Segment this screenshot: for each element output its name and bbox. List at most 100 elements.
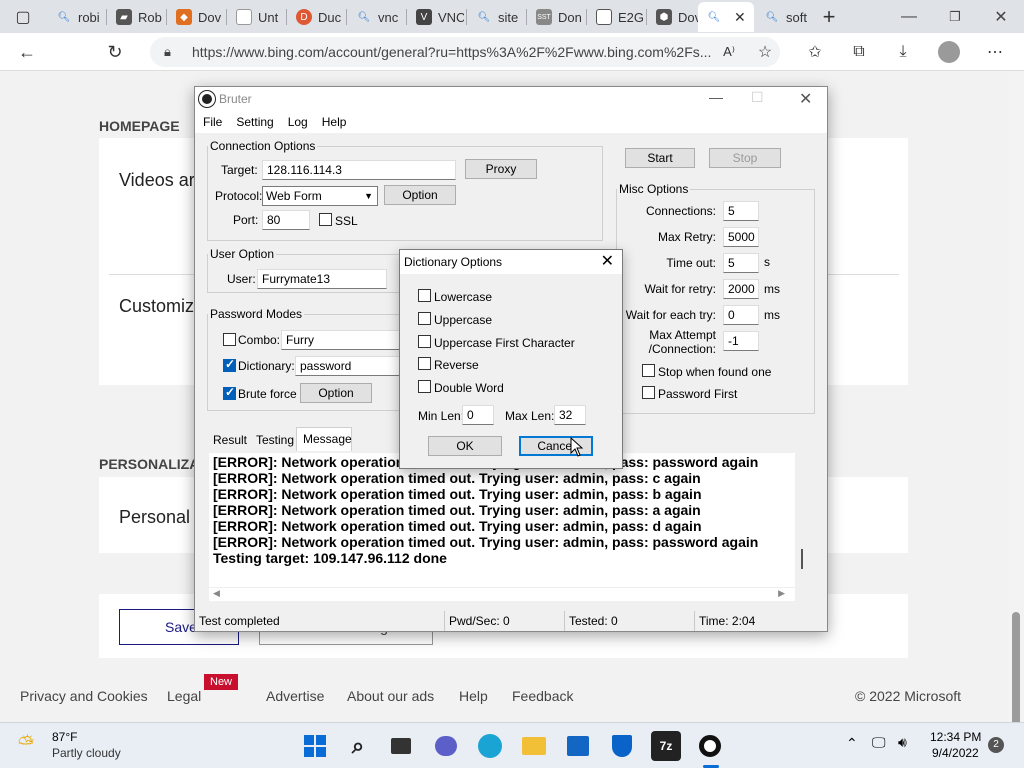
scroll-left-icon[interactable]: ◀: [213, 588, 220, 599]
menu-help[interactable]: Help: [322, 115, 347, 129]
bruter-taskbar-icon[interactable]: [695, 731, 725, 761]
weather-text[interactable]: Partly cloudy: [52, 746, 121, 760]
browser-tab[interactable]: 🔍︎ soft: [756, 2, 812, 32]
advertise-link[interactable]: Advertise: [266, 688, 324, 704]
start-button[interactable]: Start: [625, 148, 695, 168]
network-icon[interactable]: 🖵︎: [872, 734, 886, 751]
refresh-icon[interactable]: ↻: [100, 37, 130, 67]
combo-checkbox[interactable]: [223, 333, 236, 346]
protocol-option-button[interactable]: Option: [384, 185, 456, 205]
menu-file[interactable]: File: [203, 115, 222, 129]
bruter-maximize-icon[interactable]: ☐: [751, 89, 764, 106]
lowercase-checkbox[interactable]: [418, 289, 431, 302]
password-first-checkbox[interactable]: [642, 386, 655, 399]
tab-message[interactable]: Message: [296, 427, 352, 451]
volume-icon[interactable]: 🔊︎: [898, 734, 907, 751]
tab-result[interactable]: Result: [213, 433, 247, 447]
about-ads-link[interactable]: About our ads: [347, 688, 434, 704]
bruter-close-icon[interactable]: ✕: [799, 89, 812, 109]
privacy-link[interactable]: Privacy and Cookies: [20, 688, 148, 704]
notification-badge[interactable]: 2: [988, 737, 1004, 753]
close-icon[interactable]: ✕: [978, 0, 1024, 33]
task-view-icon[interactable]: [386, 731, 416, 761]
browser-tab[interactable]: E2G: [588, 2, 644, 32]
combo-input[interactable]: Furry: [281, 330, 401, 350]
clock-time[interactable]: 12:34 PM: [930, 730, 981, 744]
store-icon[interactable]: [563, 731, 593, 761]
temperature[interactable]: 87°F: [52, 730, 77, 744]
menu-log[interactable]: Log: [288, 115, 308, 129]
add-favorite-icon[interactable]: ☆: [752, 39, 778, 65]
port-input[interactable]: 80: [262, 210, 310, 230]
dictionary-checkbox[interactable]: [223, 357, 236, 372]
collections-icon[interactable]: ⧉: [846, 39, 872, 65]
menu-setting[interactable]: Setting: [236, 115, 273, 129]
browser-tab[interactable]: 🔍︎ robi: [48, 2, 104, 32]
browser-tab[interactable]: SST Don: [528, 2, 584, 32]
defender-icon[interactable]: [607, 731, 637, 761]
favorites-icon[interactable]: ✩: [802, 39, 828, 65]
brute-force-checkbox[interactable]: [223, 385, 236, 400]
clock-date[interactable]: 9/4/2022: [932, 746, 979, 760]
read-aloud-icon[interactable]: A⁾: [716, 39, 742, 65]
wait-retry-input[interactable]: 2000: [723, 279, 759, 299]
weather-icon[interactable]: ⛅︎: [18, 733, 34, 756]
browser-tab[interactable]: ⬢ Dov: [648, 2, 698, 32]
teams-chat-icon[interactable]: [431, 731, 461, 761]
max-retry-input[interactable]: 5000: [723, 227, 759, 247]
edge-icon[interactable]: [475, 731, 505, 761]
url-field[interactable]: 🔒︎ https://www.bing.com/account/general?…: [150, 37, 780, 67]
settings-more-icon[interactable]: ⋯: [982, 39, 1008, 65]
connections-input[interactable]: 5: [723, 201, 759, 221]
scroll-right-icon[interactable]: ▶: [778, 588, 785, 599]
timeout-input[interactable]: 5: [723, 253, 759, 273]
browser-tab[interactable]: 🔍︎ vnc: [348, 2, 404, 32]
bruter-minimize-icon[interactable]: —: [709, 89, 723, 105]
target-input[interactable]: 128.116.114.3: [262, 160, 456, 180]
browser-tab[interactable]: D Duc: [288, 2, 344, 32]
uppercase-checkbox[interactable]: [418, 312, 431, 325]
stop-button[interactable]: Stop: [709, 148, 781, 168]
proxy-button[interactable]: Proxy: [465, 159, 537, 179]
profile-avatar[interactable]: [936, 39, 962, 65]
brute-force-option-button[interactable]: Option: [300, 383, 372, 403]
new-tab-button[interactable]: +: [814, 2, 844, 32]
browser-tab[interactable]: 🔍︎ site: [468, 2, 524, 32]
max-attempt-input[interactable]: -1: [723, 331, 759, 351]
dictionary-input[interactable]: password: [295, 356, 401, 376]
dialog-close-icon[interactable]: ✕: [601, 250, 614, 274]
double-word-checkbox[interactable]: [418, 380, 431, 393]
restore-icon[interactable]: ❐: [932, 0, 978, 33]
uppercase-first-checkbox[interactable]: [418, 335, 431, 348]
log-hscrollbar[interactable]: ◀ ▶: [209, 587, 795, 601]
back-icon[interactable]: ←: [12, 37, 42, 67]
user-input[interactable]: Furrymate13: [257, 269, 387, 289]
chevron-up-icon[interactable]: ⌃: [846, 735, 858, 752]
reverse-checkbox[interactable]: [418, 357, 431, 370]
tab-testing[interactable]: Testing: [256, 433, 294, 447]
ok-button[interactable]: OK: [428, 436, 502, 456]
help-link[interactable]: Help: [459, 688, 488, 704]
browser-tab[interactable]: Unt: [228, 2, 284, 32]
ssl-checkbox[interactable]: [319, 213, 332, 226]
wait-each-input[interactable]: 0: [723, 305, 759, 325]
browser-tab-active[interactable]: 🔍︎ ✕: [698, 2, 754, 32]
downloads-icon[interactable]: ⤓: [890, 39, 916, 65]
log-vscroll-thumb[interactable]: [801, 549, 803, 569]
browser-tab[interactable]: V VNC: [408, 2, 464, 32]
max-len-input[interactable]: 32: [554, 405, 586, 425]
search-icon[interactable]: ⌕: [343, 731, 373, 761]
feedback-link[interactable]: Feedback: [512, 688, 573, 704]
minimize-icon[interactable]: —: [886, 0, 932, 33]
browser-tab[interactable]: ◆ Dov: [168, 2, 224, 32]
start-icon[interactable]: [300, 731, 330, 761]
protocol-dropdown[interactable]: Web Form ▼: [262, 186, 378, 206]
file-explorer-icon[interactable]: [519, 731, 549, 761]
7zip-icon[interactable]: 7z: [651, 731, 681, 761]
min-len-input[interactable]: 0: [462, 405, 494, 425]
legal-link[interactable]: Legal: [167, 688, 201, 704]
tab-close-icon[interactable]: ✕: [734, 9, 746, 26]
tab-actions-icon[interactable]: ▢: [8, 2, 38, 32]
stop-when-found-checkbox[interactable]: [642, 364, 655, 377]
page-scrollbar[interactable]: [1008, 72, 1024, 768]
